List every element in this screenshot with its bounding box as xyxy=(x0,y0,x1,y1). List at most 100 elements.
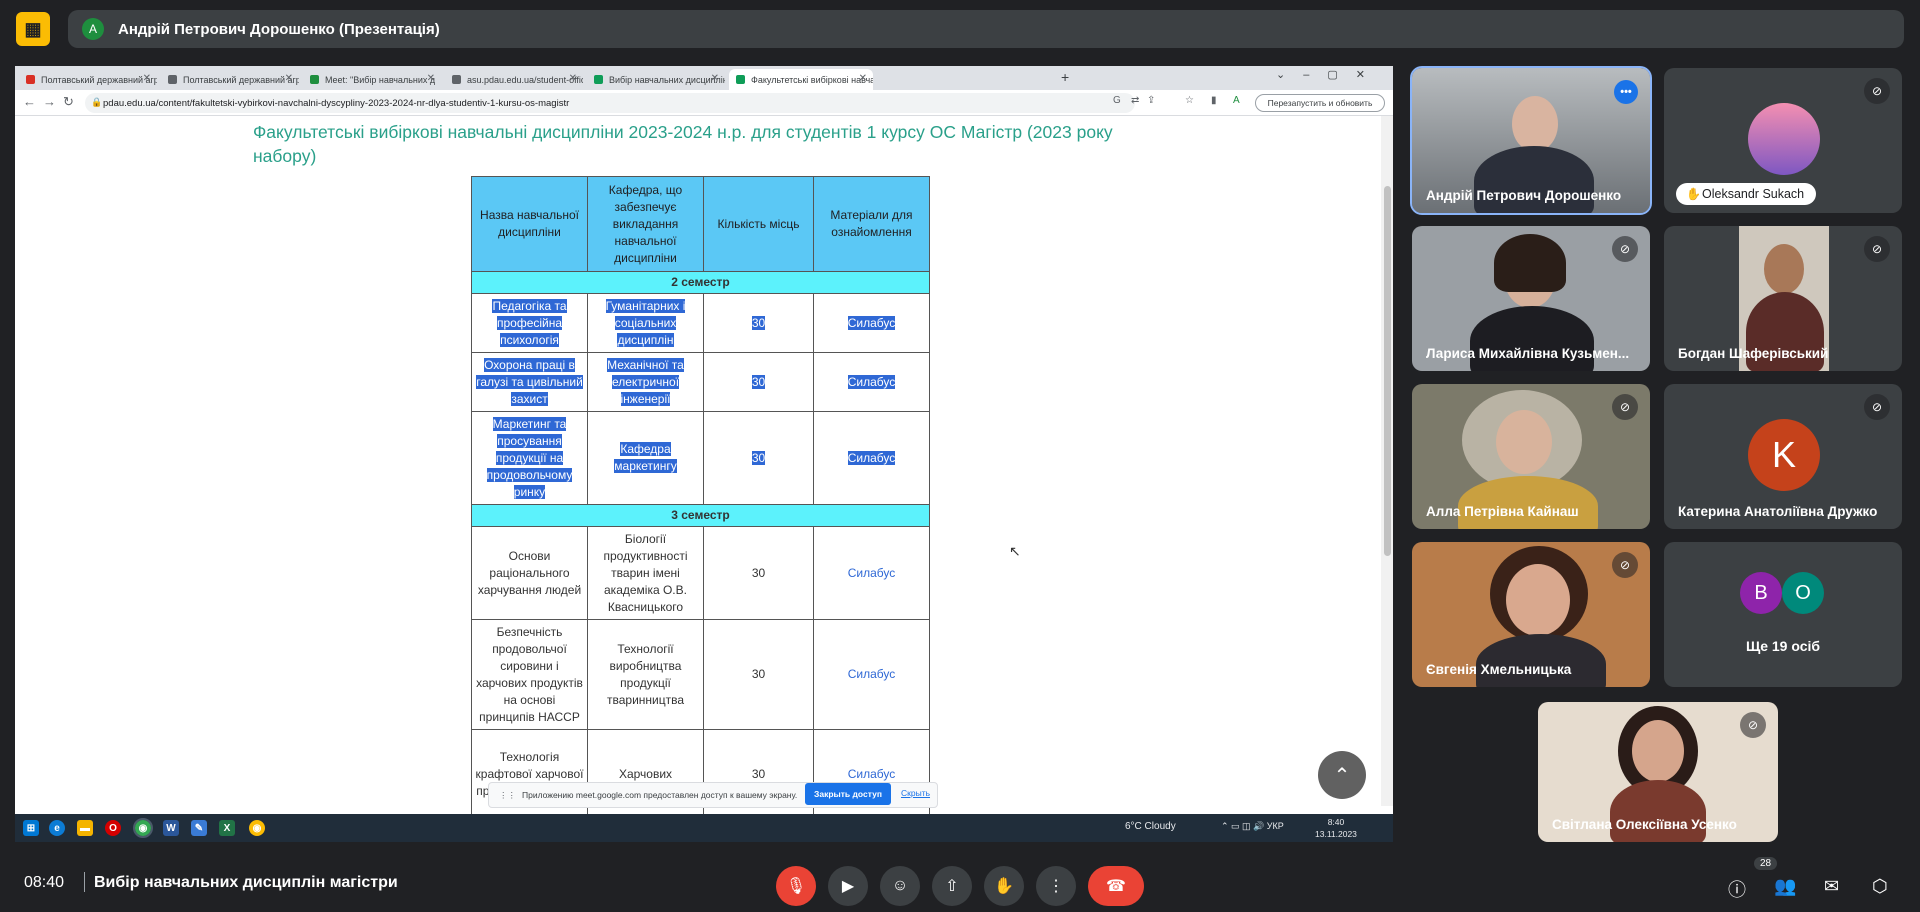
present-screen-icon[interactable]: ⇧ xyxy=(932,866,972,906)
browser-tab-active[interactable]: Факультетські вибіркові навча ✕ xyxy=(729,69,873,90)
window-controls[interactable]: ⌄–▢✕ xyxy=(1276,68,1383,81)
syllabus-link[interactable]: Силабус xyxy=(847,450,896,465)
raised-hand-icon: ✋ xyxy=(1686,187,1701,201)
language-indicator[interactable]: УКР xyxy=(1267,821,1284,831)
table-cell: Кафедра маркетингу xyxy=(587,411,704,505)
info-icon[interactable]: ⓘ xyxy=(1728,876,1746,902)
close-tab-icon[interactable]: ✕ xyxy=(859,73,867,84)
browser-tab[interactable]: asu.pdau.edu.ua/student-officr ✕ xyxy=(445,69,583,90)
participant-tile[interactable]: ⊘ Євгенія Хмельницька xyxy=(1412,542,1650,687)
table-cell: 30 xyxy=(703,352,814,412)
opera-icon[interactable]: O xyxy=(105,820,121,836)
meeting-title: Вибір навчальних дисциплін магістри xyxy=(94,874,398,891)
drag-handle-icon[interactable]: ⋮⋮ xyxy=(499,790,516,801)
column-header: Кафедра, що забезпечує викладання навчал… xyxy=(587,176,704,272)
seats-count: 30 xyxy=(751,450,766,465)
close-tab-icon[interactable]: ✕ xyxy=(711,73,719,84)
mic-off-icon[interactable]: 🎙 xyxy=(776,866,816,906)
syllabus-link[interactable]: Силабус xyxy=(847,374,896,389)
raise-hand-icon[interactable]: ✋ xyxy=(984,866,1024,906)
app-icon[interactable]: ✎ xyxy=(191,820,207,836)
clock-date: 13.11.2023 xyxy=(1315,829,1357,839)
system-tray[interactable]: ⌃ ▭ ◫ 🔊 УКР xyxy=(1221,821,1284,832)
shared-screen: Полтавський державний аграр ✕ Полтавський… xyxy=(15,66,1393,842)
leave-call-icon[interactable]: ☎ xyxy=(1088,866,1144,906)
chat-icon[interactable]: ✉ xyxy=(1824,876,1839,897)
word-icon[interactable]: W xyxy=(163,820,179,836)
url-input[interactable]: 🔒 pdau.edu.ua/content/fakultetski-vybirk… xyxy=(85,93,1135,113)
participant-tile[interactable]: ⊘ Алла Петрівна Кайнаш xyxy=(1412,384,1650,529)
stop-presenting-icon[interactable]: ▦ xyxy=(16,12,50,46)
browser-tab[interactable]: Вибір навчальних дисциплін | ✕ xyxy=(587,69,725,90)
table-cell: 30 xyxy=(703,293,814,353)
more-options-icon[interactable]: ••• xyxy=(1614,80,1638,104)
lock-icon: 🔒 xyxy=(91,97,103,107)
discipline-name: Охорона праці в галузі та цивільний захи… xyxy=(476,357,583,406)
participant-tile[interactable]: ⊘ ✋ Oleksandr Sukach xyxy=(1664,68,1902,213)
tab-favicon-icon xyxy=(310,75,319,84)
camera-icon[interactable]: ▶ xyxy=(828,866,868,906)
more-options-icon[interactable]: ⋮ xyxy=(1036,866,1076,906)
close-tab-icon[interactable]: ✕ xyxy=(143,73,151,84)
chrome-icon[interactable]: ◉ xyxy=(133,818,153,838)
scroll-to-top-icon[interactable]: ⌃ xyxy=(1318,751,1366,799)
close-tab-icon[interactable]: ✕ xyxy=(569,73,577,84)
restart-update-button[interactable]: Перезапустить и обновить xyxy=(1255,94,1385,112)
page-scrollbar[interactable] xyxy=(1381,116,1393,806)
divider xyxy=(84,872,85,892)
participant-tile[interactable]: ••• Андрій Петрович Дорошенко xyxy=(1410,66,1652,215)
chrome-alt-icon[interactable]: ◉ xyxy=(249,820,265,836)
browser-tab[interactable]: Meet: "Вибір навчальних д ✕ xyxy=(303,69,441,90)
url-text: pdau.edu.ua/content/fakultetski-vybirkov… xyxy=(103,97,570,109)
google-icon[interactable]: G xyxy=(1113,95,1121,106)
taskbar-clock[interactable]: 8:40 13.11.2023 xyxy=(1315,816,1357,840)
scrollbar-thumb[interactable] xyxy=(1384,186,1391,556)
table-cell: Педагогіка та професійна психологія xyxy=(471,293,588,353)
syllabus-link[interactable]: Силабус xyxy=(848,767,896,781)
close-tab-icon[interactable]: ✕ xyxy=(285,73,293,84)
hide-notice-link[interactable]: Скрыть xyxy=(901,788,930,798)
stop-sharing-button[interactable]: Закрыть доступ xyxy=(805,783,891,805)
syllabus-link[interactable]: Силабус xyxy=(848,667,896,681)
new-tab-icon[interactable]: + xyxy=(1061,69,1069,85)
edge-icon[interactable]: e xyxy=(49,820,65,836)
bookmark-star-icon[interactable]: ☆ xyxy=(1185,95,1194,106)
weather-widget[interactable]: 6°C Cloudy xyxy=(1125,821,1176,832)
seats-count: 30 xyxy=(703,619,814,730)
close-tab-icon[interactable]: ✕ xyxy=(427,73,435,84)
table-row: Охорона праці в галузі та цивільний захи… xyxy=(471,352,930,412)
participant-avatar xyxy=(1748,103,1820,175)
profile-avatar[interactable]: A xyxy=(1233,95,1240,106)
participant-tile[interactable]: ⊘ Богдан Шаферівський xyxy=(1664,226,1902,371)
file-explorer-icon[interactable]: ▬ xyxy=(77,820,93,836)
syllabus-link[interactable]: Силабус xyxy=(847,315,896,330)
people-icon[interactable]: 👥 xyxy=(1774,876,1796,897)
others-tile[interactable]: B O Ще 19 осіб xyxy=(1664,542,1902,687)
back-icon[interactable]: ← xyxy=(23,94,36,109)
share-icon[interactable]: ⇪ xyxy=(1147,95,1155,106)
start-icon[interactable]: ⊞ xyxy=(23,820,39,836)
tab-favicon-icon xyxy=(452,75,461,84)
participant-head xyxy=(1632,720,1684,782)
sidepanel-icon[interactable]: ▮ xyxy=(1211,95,1217,106)
forward-icon[interactable]: → xyxy=(43,94,56,109)
browser-tab[interactable]: Полтавський державний аграр ✕ xyxy=(161,69,299,90)
translate-icon[interactable]: ⇄ xyxy=(1131,95,1139,106)
seats-count: 30 xyxy=(751,374,766,389)
semester-label: 3 семестр xyxy=(471,504,930,527)
participant-tile[interactable]: ⊘ Лариса Михайлівна Кузьмен... xyxy=(1412,226,1650,371)
participant-tile[interactable]: K ⊘ Катерина Анатоліївна Дружко xyxy=(1664,384,1902,529)
participant-name: Лариса Михайлівна Кузьмен... xyxy=(1426,346,1630,361)
mic-off-icon: ⊘ xyxy=(1864,78,1890,104)
self-view-tile[interactable]: ⊘ Світлана Олексіївна Усенко xyxy=(1538,702,1778,842)
reload-icon[interactable]: ↻ xyxy=(63,94,74,110)
participant-avatar: K xyxy=(1748,419,1820,491)
web-page: Факультетські вибіркові навчальні дисцип… xyxy=(15,116,1393,820)
activities-icon[interactable]: ⬡ xyxy=(1872,876,1888,897)
emoji-icon[interactable]: ☺ xyxy=(880,866,920,906)
browser-tab[interactable]: Полтавський державний аграр ✕ xyxy=(19,69,157,90)
participant-body xyxy=(1610,780,1706,842)
syllabus-link[interactable]: Силабус xyxy=(848,566,896,580)
excel-icon[interactable]: X xyxy=(219,820,235,836)
semester-row: 2 семестр xyxy=(471,271,930,294)
